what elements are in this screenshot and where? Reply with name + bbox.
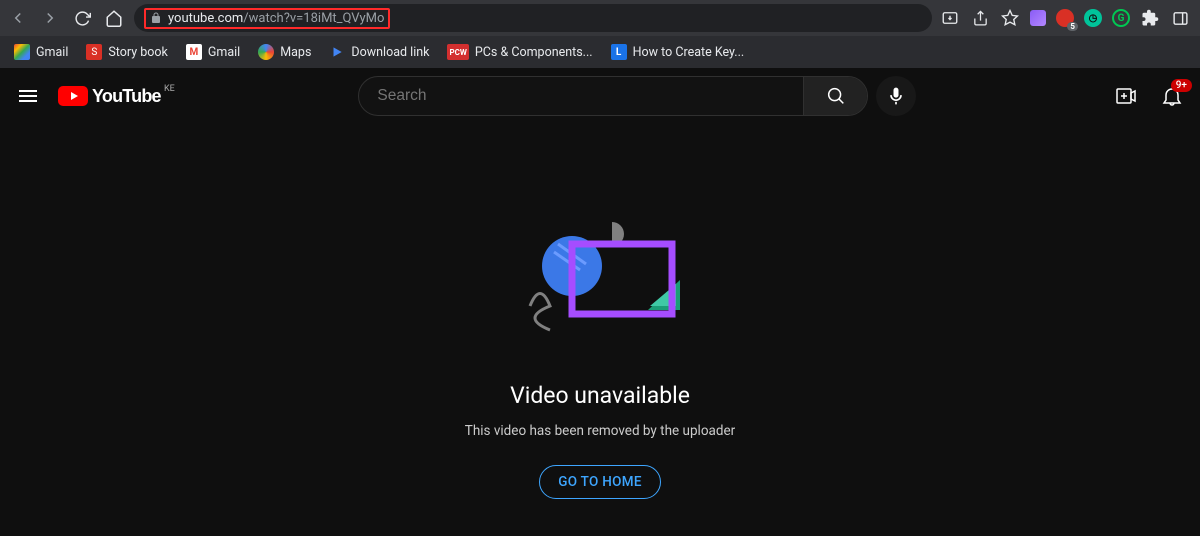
youtube-play-icon — [58, 86, 88, 106]
extension-grammarly-icon[interactable]: G — [1112, 9, 1130, 27]
search-box — [358, 76, 868, 116]
error-content: Video unavailable This video has been re… — [0, 124, 1200, 536]
error-subtitle: This video has been removed by the uploa… — [465, 423, 735, 439]
story-book-icon: S — [86, 44, 102, 60]
gmail-icon — [14, 44, 30, 60]
bookmark-pcs-components[interactable]: PCW PCs & Components... — [447, 44, 592, 60]
bookmark-story-book[interactable]: S Story book — [86, 44, 168, 60]
voice-search-button[interactable] — [876, 76, 916, 116]
bookmark-star-icon[interactable] — [1000, 8, 1020, 28]
youtube-masthead: YouTube KE 9+ — [0, 68, 1200, 124]
pcw-icon: PCW — [447, 44, 468, 60]
address-bar[interactable]: youtube.com/watch?v=18iMt_QVyMo — [134, 4, 932, 32]
bookmark-gmail-2[interactable]: M Gmail — [186, 44, 240, 60]
lock-icon — [150, 12, 162, 24]
bookmark-label: Story book — [108, 45, 168, 60]
bookmark-label: Download link — [351, 45, 429, 60]
region-label: KE — [164, 84, 175, 94]
extension-teal-icon[interactable]: ◷ — [1084, 9, 1102, 27]
notification-badge: 9+ — [1171, 79, 1192, 92]
reload-button[interactable] — [70, 6, 94, 30]
search-input[interactable] — [359, 87, 803, 105]
bookmark-maps[interactable]: Maps — [258, 44, 311, 60]
browser-toolbar: youtube.com/watch?v=18iMt_QVyMo ◷ G — [0, 0, 1200, 36]
youtube-logo[interactable]: YouTube KE — [58, 86, 161, 107]
bookmark-label: PCs & Components... — [475, 45, 593, 60]
error-title: Video unavailable — [510, 382, 690, 409]
back-button[interactable] — [6, 6, 30, 30]
youtube-logo-text: YouTube — [92, 86, 161, 107]
extension-purple-icon[interactable] — [1030, 10, 1046, 26]
url-highlight-box: youtube.com/watch?v=18iMt_QVyMo — [144, 8, 390, 29]
search-button[interactable] — [803, 77, 867, 115]
home-button[interactable] — [102, 6, 126, 30]
forward-button[interactable] — [38, 6, 62, 30]
browser-actions: ◷ G — [940, 8, 1194, 28]
error-illustration — [500, 214, 700, 354]
bookmark-label: Gmail — [208, 45, 240, 60]
bookmark-label: How to Create Key... — [633, 45, 745, 60]
bookmark-download-link[interactable]: Download link — [329, 44, 429, 60]
maps-icon — [258, 44, 274, 60]
bookmark-create-key[interactable]: L How to Create Key... — [611, 44, 745, 60]
play-icon — [329, 44, 345, 60]
url-host: youtube.com/watch?v=18iMt_QVyMo — [168, 11, 384, 26]
bookmark-label: Gmail — [36, 45, 68, 60]
bookmark-gmail[interactable]: Gmail — [14, 44, 68, 60]
side-panel-icon[interactable] — [1170, 8, 1190, 28]
extensions-puzzle-icon[interactable] — [1140, 8, 1160, 28]
install-app-icon[interactable] — [940, 8, 960, 28]
share-icon[interactable] — [970, 8, 990, 28]
notifications-button[interactable]: 9+ — [1160, 84, 1184, 108]
create-button[interactable] — [1114, 84, 1138, 108]
key-icon: L — [611, 44, 627, 60]
gmail-icon: M — [186, 44, 202, 60]
go-to-home-button[interactable]: GO TO HOME — [539, 465, 661, 499]
menu-button[interactable] — [16, 84, 40, 108]
extension-red-icon[interactable] — [1056, 9, 1074, 27]
bookmarks-bar: Gmail S Story book M Gmail Maps Download… — [0, 36, 1200, 68]
bookmark-label: Maps — [280, 45, 311, 60]
